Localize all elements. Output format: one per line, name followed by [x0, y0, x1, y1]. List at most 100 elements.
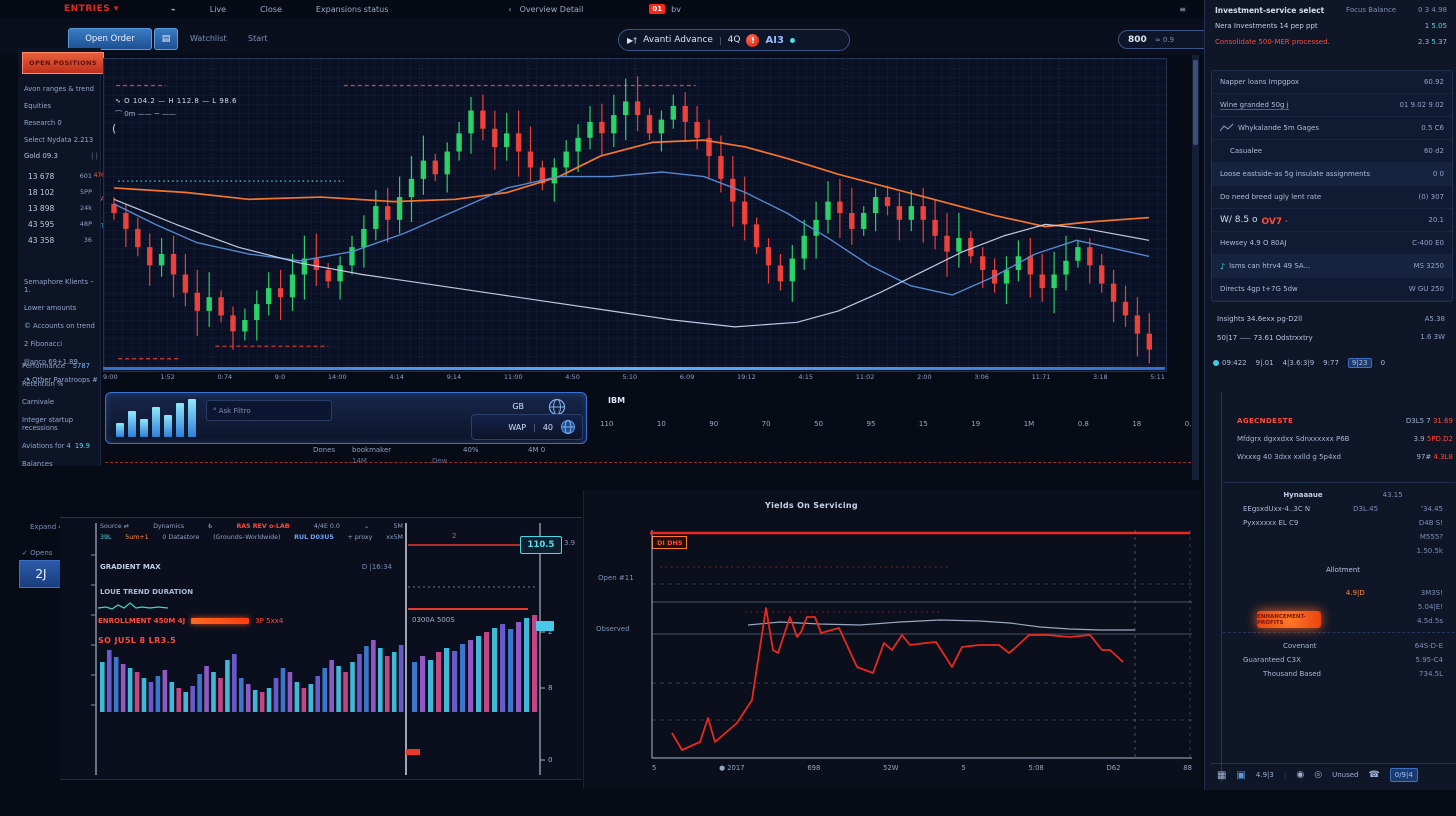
rp-stat[interactable]: 09:422 [1213, 359, 1247, 367]
footer-label[interactable]: Dones [313, 446, 335, 454]
handset-icon[interactable]: ☎ [1369, 770, 1380, 780]
menu-overview[interactable]: Overview Detail [520, 5, 584, 14]
rp-card-row[interactable]: Napper loans Impgpox60.92 [1212, 71, 1452, 94]
grid-icon[interactable]: ▦ [1217, 770, 1226, 781]
depth-number[interactable]: 70 [762, 420, 771, 428]
depth-number[interactable]: 110 [600, 420, 613, 428]
acct-row2[interactable]: EEgsxdUxx-4..3C N D3L.45 '34.45 [1223, 502, 1455, 516]
dock-person-label[interactable]: Unused [1332, 771, 1358, 779]
acct-f3-label: Thousand Based [1263, 670, 1321, 678]
depth-number[interactable]: 10 [657, 420, 666, 428]
sidebar-item[interactable]: 2 Fibonacci [24, 340, 100, 348]
alert-icon[interactable]: ! [746, 34, 759, 47]
enhancement-button[interactable]: ENHANCEMENT-PROFITS [1257, 611, 1321, 628]
rp-stat[interactable]: 4|3.6:3|9 [1283, 359, 1315, 367]
menu-bv[interactable]: bv [671, 5, 681, 14]
layout-button[interactable]: ▤ [154, 28, 178, 50]
depth-number[interactable]: 1M [1024, 420, 1035, 428]
depth-number[interactable]: 15 [919, 420, 928, 428]
depth-number[interactable]: 95 [866, 420, 875, 428]
dock-badge[interactable]: 0/9|4 [1390, 768, 1418, 782]
open-order-button[interactable]: Open Order [68, 28, 152, 50]
acct-f1[interactable]: Covenant 64S-D-E [1223, 633, 1455, 653]
sidebar-item[interactable]: Avon ranges & trend [24, 85, 100, 93]
position-count-box[interactable]: 2J [19, 560, 63, 588]
wap-selector[interactable]: WAP | 40 [471, 414, 583, 440]
rp-top-row[interactable]: Consolidate 500-MER processed.2.3 5.37 [1205, 34, 1456, 50]
account-pill[interactable]: 800 ≈ 0.9 [1118, 30, 1216, 49]
open-positions-banner[interactable]: OPEN POSITIONS [22, 52, 104, 74]
sidebar-item[interactable]: © Accounts on trend [24, 322, 100, 330]
acct-row3[interactable]: Pyxxxxxx EL C9 D4B S! [1223, 516, 1455, 530]
timeframe-label[interactable]: 4Q [728, 35, 741, 45]
footer-label[interactable]: bookmaker [352, 446, 391, 454]
rp-stat[interactable]: 9|.01 [1256, 359, 1274, 367]
footer-label[interactable]: 4M 0 [528, 446, 545, 454]
rp-order-row[interactable]: AGECNDESTED3L5 7 31.69 [1223, 412, 1455, 430]
sidebar-kv-row[interactable]: Aviations for 419.9 [22, 442, 90, 450]
sidebar-kv-row[interactable]: Balances [22, 460, 90, 468]
depth-number[interactable]: 90 [709, 420, 718, 428]
sidebar-kv-row[interactable]: Retention % [22, 380, 90, 388]
rp-card-row[interactable]: W/ 8.5 o OV7 ⸱20.1 [1212, 209, 1452, 232]
rp-stat[interactable]: 9|23 [1348, 358, 1372, 368]
x-tick-label: 5:11 [1150, 373, 1165, 381]
orderbook-row[interactable]: 43 35836 [28, 236, 92, 245]
depth-number[interactable]: 50 [814, 420, 823, 428]
tab-watchlist[interactable]: Watchlist [190, 34, 227, 43]
droplet-icon[interactable]: ◉ [1296, 770, 1304, 780]
x-tick-label: 11:00 [504, 373, 523, 381]
candlestick-chart[interactable] [103, 58, 1167, 372]
screen-icon[interactable]: ▣ [1236, 770, 1245, 781]
rp-order-row[interactable]: Wxxxg 40 3dxx xxlld g 5p4xd97# 4.3L8 [1223, 448, 1455, 466]
orderbook-row[interactable]: 18 1025PP [28, 188, 92, 197]
sidebar-item[interactable]: Research 0 [24, 119, 100, 127]
disc-icon[interactable]: ◎ [1314, 770, 1322, 780]
rp-card-row[interactable]: Directs 4gp t+7G 5dwW GU 250 [1212, 278, 1452, 301]
orderbook-row[interactable]: 13 678601 [28, 172, 92, 181]
footer-label[interactable]: 40% [463, 446, 479, 454]
spread-lines-svg[interactable] [583, 490, 1200, 786]
depth-number[interactable]: 19 [971, 420, 980, 428]
rp-card-row[interactable]: ♪Isms can htrv4 49 SA...MS 3250 [1212, 255, 1452, 278]
depth-number[interactable]: 0.8 [1078, 420, 1089, 428]
rp-card-row[interactable]: Whykalande 5m Gages0.5 C6 [1212, 117, 1452, 140]
depth-number[interactable]: 18 [1132, 420, 1141, 428]
tab-start[interactable]: Start [248, 34, 268, 43]
rp-order-row[interactable]: Mfdgrx dgxxdxx Sdnxxxxxx P6B3.9 5PD.D2 [1223, 430, 1455, 448]
rp-stat[interactable]: 9:77 [1323, 359, 1339, 367]
rp-top-row[interactable]: Nera Investments 14 pep ppt1 5.05 [1205, 18, 1456, 34]
menu-item[interactable]: Live [210, 5, 226, 14]
scrollbar-thumb[interactable] [1193, 60, 1198, 145]
sidebar-item[interactable]: Select Nydata 2.213 [24, 136, 100, 144]
rp-card-row[interactable]: Do need breed ugly lent rate(0) 307 [1212, 186, 1452, 209]
sidebar-item[interactable]: Lower amounts [24, 304, 100, 312]
rp-card-row[interactable]: Loose eastside-as 5g insulate assignment… [1212, 163, 1452, 186]
sidebar-kv-row[interactable]: Carnivale [22, 398, 90, 406]
sidebar-item[interactable]: Semaphore Klients –1. [24, 278, 100, 294]
back-icon[interactable]: ‹ [508, 5, 511, 14]
menu-item[interactable]: Expansions status [316, 5, 389, 14]
rp-card-row[interactable]: Wine granded 50g j01 9.02 9.02 [1212, 94, 1452, 117]
rp-card-row[interactable]: Casualee60 d2 [1212, 140, 1452, 163]
rp-card-row[interactable]: Hewsey 4.9 O 80AJC-400 E0 [1212, 232, 1452, 255]
orderbook-row[interactable]: 13 89824k [28, 204, 92, 213]
app-logo[interactable]: ENTRIES ▾ [64, 4, 119, 14]
rp-mid-row[interactable]: Insights 34.6exx pg-D2llA5.38 [1211, 310, 1451, 328]
symbol-selector[interactable]: ▶† Avanti Advance | 4Q ! AI3 [618, 29, 850, 51]
sidebar-item[interactable]: Equities [24, 102, 100, 110]
menu-item[interactable]: Close [260, 5, 282, 14]
momentum-bars-svg[interactable]: 280 [60, 517, 582, 779]
rp-mid-row[interactable]: 50|17 ⸺ 73.61 Odstrxxtry1.6 3W [1211, 328, 1451, 348]
acct-f2[interactable]: Guaranteed C3X 5.95-C4 [1223, 653, 1455, 667]
bl-col-label2[interactable]: ✓ Opens [22, 549, 52, 557]
sidebar-kv-row[interactable]: Integer startup recessions [22, 416, 90, 432]
sidebar-gold-row[interactable]: Gold 09.3 | | [24, 152, 98, 160]
rp-stat[interactable]: 0 [1381, 359, 1385, 367]
search-input[interactable]: ° Ask Filtro [206, 400, 332, 421]
menu-more-icon[interactable]: ≡ [1179, 5, 1186, 14]
acct-f3[interactable]: Thousand Based 734.5L [1223, 667, 1455, 681]
rp-card-label: Isms can htrv4 49 SA... [1229, 262, 1310, 270]
sidebar-kv-row[interactable]: Performance5787 [22, 362, 90, 370]
orderbook-row[interactable]: 43 59548P [28, 220, 92, 229]
